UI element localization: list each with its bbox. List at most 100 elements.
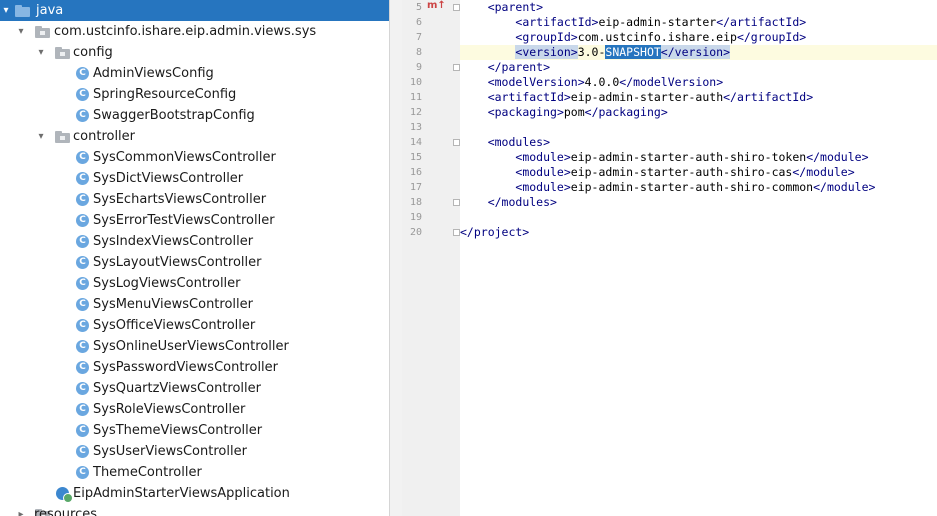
tree-item-controller[interactable]: ▾ controller (0, 126, 389, 147)
class-icon: C (76, 256, 89, 269)
xml-tag: </module> (792, 165, 855, 179)
xml-text: eip-admin-starter-auth-shiro-token (570, 150, 807, 164)
fold-marker-icon[interactable] (453, 229, 460, 236)
tree-item-class[interactable]: C SysQuartzViewsController (0, 378, 389, 399)
tree-item-config[interactable]: ▾ config (0, 42, 389, 63)
xml-tag: <module> (515, 150, 571, 164)
tree-item-class[interactable]: C SysCommonViewsController (0, 147, 389, 168)
line-number: 10 (409, 77, 422, 88)
code-line[interactable]: <version>3.0-SNAPSHOT</version> (460, 45, 937, 60)
fold-marker-icon[interactable] (453, 4, 460, 11)
class-icon: C (76, 382, 89, 395)
line-number: 16 (409, 167, 422, 178)
xml-text: eip-admin-starter-auth-shiro-cas (570, 165, 793, 179)
tree-item-label: EipAdminStarterViewsApplication (73, 486, 290, 501)
spring-boot-app-icon (56, 487, 73, 503)
tree-item-class[interactable]: C AdminViewsConfig (0, 63, 389, 84)
line-number: 17 (409, 182, 422, 193)
project-tree-panel[interactable]: ▾ java ▾ com.ustcinfo.ishare.eip.admin.v… (0, 0, 389, 516)
line-number: 7 (415, 32, 422, 43)
tree-item-application[interactable]: EipAdminStarterViewsApplication (0, 483, 389, 504)
tree-item-class[interactable]: C SysPasswordViewsController (0, 357, 389, 378)
tree-item-class[interactable]: C SysDictViewsController (0, 168, 389, 189)
xml-tag: </groupId> (736, 30, 807, 44)
tree-item-class[interactable]: C SwaggerBootstrapConfig (0, 105, 389, 126)
code-line[interactable]: <groupId>com.ustcinfo.ishare.eip</groupI… (460, 30, 937, 45)
tree-item-java[interactable]: ▾ java (0, 0, 389, 21)
tree-item-class[interactable]: C SpringResourceConfig (0, 84, 389, 105)
chevron-down-icon[interactable]: ▾ (0, 5, 12, 17)
class-icon: C (76, 424, 89, 437)
code-line[interactable]: <artifactId>eip-admin-starter</artifactI… (460, 15, 937, 30)
tree-item-label: SysRoleViewsController (93, 402, 246, 417)
xml-text: eip-admin-starter (598, 15, 717, 29)
code-line[interactable]: <modelVersion>4.0.0</modelVersion> (460, 75, 937, 90)
xml-text (460, 45, 515, 59)
chevron-down-icon[interactable]: ▾ (35, 131, 47, 143)
tree-item-label: ThemeController (93, 465, 202, 480)
xml-tag: <parent> (487, 0, 544, 14)
tree-item-label: controller (73, 129, 136, 144)
panel-splitter[interactable] (389, 0, 402, 516)
class-icon: C (76, 403, 89, 416)
chevron-down-icon[interactable]: ▾ (15, 26, 27, 38)
code-line[interactable]: <module>eip-admin-starter-auth-shiro-cas… (460, 165, 937, 180)
code-line[interactable] (460, 210, 937, 225)
fold-marker-icon[interactable] (453, 139, 460, 146)
tree-item-label: SysErrorTestViewsController (93, 213, 275, 228)
xml-tag: </project> (460, 225, 530, 239)
tree-item-class[interactable]: C SysOnlineUserViewsController (0, 336, 389, 357)
xml-tag: <module> (515, 165, 571, 179)
line-number: 11 (409, 92, 422, 103)
maven-parent-gutter-icon[interactable]: m↑ (427, 0, 446, 11)
code-line[interactable]: <modules> (460, 135, 937, 150)
class-icon: C (76, 88, 89, 101)
class-icon: C (76, 151, 89, 164)
tree-item-class[interactable]: C SysIndexViewsController (0, 231, 389, 252)
line-number: 15 (409, 152, 422, 163)
code-line[interactable]: <packaging>pom</packaging> (460, 105, 937, 120)
tree-item-class[interactable]: C SysEchartsViewsController (0, 189, 389, 210)
tree-item-class[interactable]: C SysLayoutViewsController (0, 252, 389, 273)
tree-item-label: SysIndexViewsController (93, 234, 254, 249)
tree-item-label: AdminViewsConfig (93, 66, 214, 81)
code-line[interactable]: <artifactId>eip-admin-starter-auth</arti… (460, 90, 937, 105)
package-icon (55, 47, 71, 59)
chevron-right-icon[interactable]: ▸ (15, 509, 27, 516)
tree-item-class[interactable]: C SysThemeViewsController (0, 420, 389, 441)
xml-tag: </artifactId> (723, 90, 814, 104)
tree-item-label: SpringResourceConfig (93, 87, 237, 102)
xml-tag: <groupId> (515, 30, 578, 44)
tree-item-class[interactable]: C ThemeController (0, 462, 389, 483)
code-line[interactable]: </modules> (460, 195, 937, 210)
tree-item-class[interactable]: C SysMenuViewsController (0, 294, 389, 315)
tree-item-class[interactable]: C SysUserViewsController (0, 441, 389, 462)
xml-text: eip-admin-starter-auth-shiro-common (570, 180, 814, 194)
fold-marker-icon[interactable] (453, 199, 460, 206)
tree-item-class[interactable]: C SysRoleViewsController (0, 399, 389, 420)
xml-text (460, 75, 488, 89)
code-line[interactable]: <module>eip-admin-starter-auth-shiro-tok… (460, 150, 937, 165)
code-editor[interactable]: <parent> <artifactId>eip-admin-starter</… (460, 0, 937, 516)
tree-item-class[interactable]: C SysOfficeViewsController (0, 315, 389, 336)
tree-item-class[interactable]: C SysErrorTestViewsController (0, 210, 389, 231)
code-line[interactable]: <parent> (460, 0, 937, 15)
code-line[interactable] (460, 120, 937, 135)
tree-item-label: SysCommonViewsController (93, 150, 276, 165)
class-icon: C (76, 361, 89, 374)
tree-item-resources[interactable]: ▸ resources (0, 504, 389, 516)
code-line[interactable]: </parent> (460, 60, 937, 75)
class-icon: C (76, 319, 89, 332)
class-icon: C (76, 277, 89, 290)
tree-item-label: SwaggerBootstrapConfig (93, 108, 255, 123)
code-line[interactable]: </project> (460, 225, 937, 240)
tree-item-class[interactable]: C SysLogViewsController (0, 273, 389, 294)
chevron-down-icon[interactable]: ▾ (35, 47, 47, 59)
code-line[interactable]: <module>eip-admin-starter-auth-shiro-com… (460, 180, 937, 195)
fold-marker-icon[interactable] (453, 64, 460, 71)
line-number: 14 (409, 137, 422, 148)
tree-item-package-root[interactable]: ▾ com.ustcinfo.ishare.eip.admin.views.sy… (0, 21, 389, 42)
tree-item-label: java (36, 3, 64, 18)
xml-text: com.ustcinfo.ishare.eip (577, 30, 737, 44)
tree-item-label: SysMenuViewsController (93, 297, 253, 312)
